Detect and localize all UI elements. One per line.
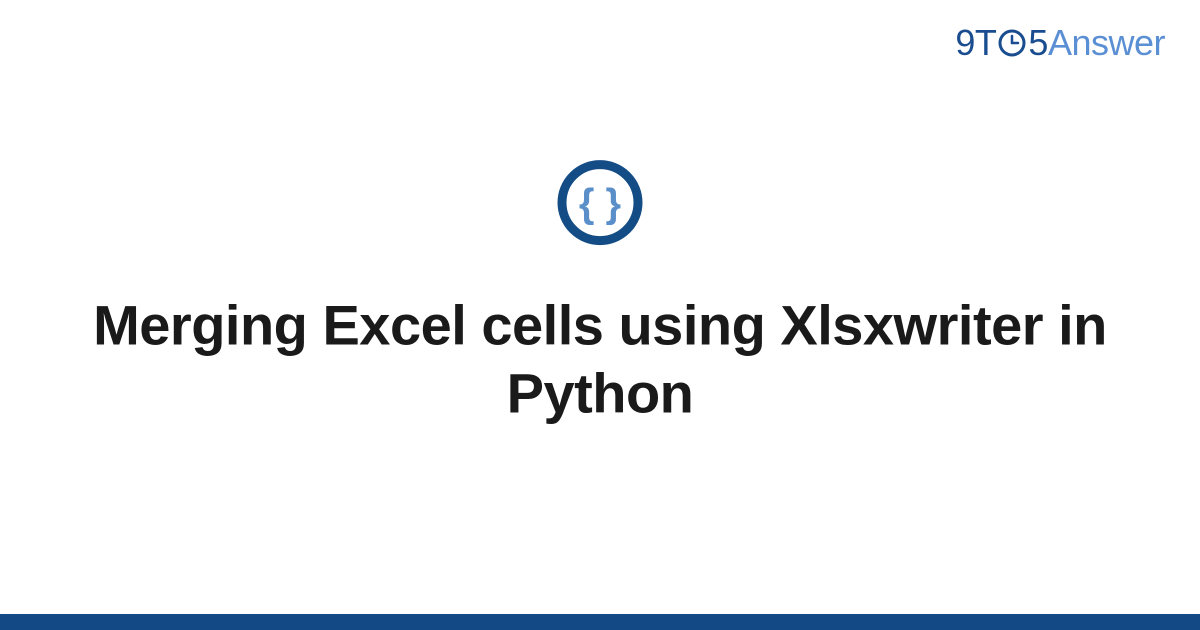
main-content: { } Merging Excel cells using Xlsxwriter…: [0, 159, 1200, 429]
logo-text-answer: Answer: [1048, 22, 1165, 64]
logo-text-nine-t: 9T: [955, 22, 996, 64]
logo-text-five: 5: [1028, 22, 1048, 64]
page-title: Merging Excel cells using Xlsxwriter in …: [0, 292, 1200, 429]
svg-text:{ }: { }: [579, 182, 621, 226]
curly-braces-badge-icon: { }: [556, 159, 644, 247]
site-logo: 9T 5 Answer: [955, 22, 1165, 64]
clock-icon: [997, 28, 1027, 58]
footer-accent-bar: [0, 614, 1200, 630]
